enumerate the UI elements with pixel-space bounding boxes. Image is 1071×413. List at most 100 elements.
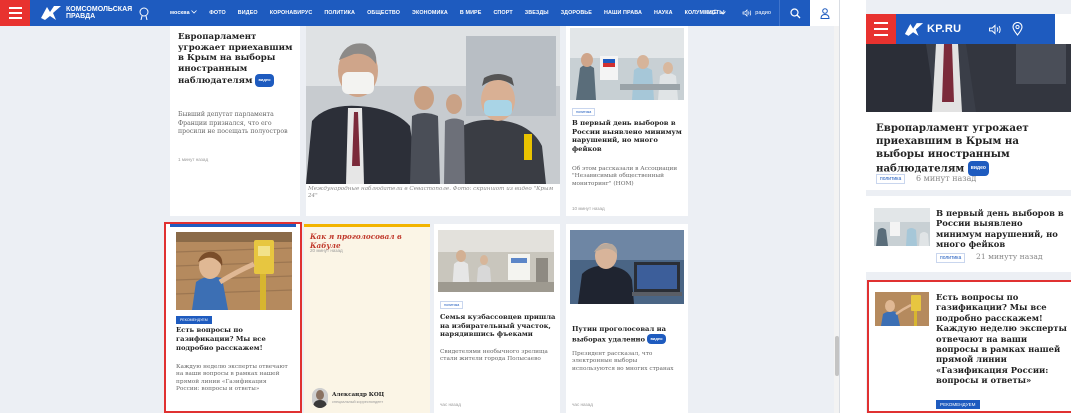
mobile-story-gasification[interactable]: Есть вопросы по газификации? Мы все подр… [869, 282, 1071, 413]
search-icon [789, 7, 800, 18]
story-lead: Свидетелями необычного зрелища стали жит… [440, 349, 548, 363]
story-title[interactable]: Есть вопросы по газификации? Мы все подр… [176, 326, 294, 352]
header-tools: ЕЩЁ радио [697, 0, 839, 26]
story-title[interactable]: В первый день выборов в России выявлено … [936, 208, 1071, 250]
story-time: 10 минут назад [572, 206, 605, 211]
story-time: 21 минуту назад [976, 252, 1043, 261]
story-title[interactable]: Семья кузбассовцев пришла на избирательн… [440, 313, 556, 339]
chevron-down-icon [191, 10, 198, 14]
story-accent-bar [170, 224, 296, 227]
mobile-view: KP.RU Европарламент угрожает приехавшим … [866, 0, 1071, 413]
child-at-gas-meter-photo [875, 292, 929, 326]
nav-item-world[interactable]: В МИРЕ [454, 10, 488, 16]
site-logo[interactable]: Комсомольская правда [40, 0, 160, 26]
story-time: 6 минут назад [916, 174, 977, 183]
search-button[interactable] [780, 0, 810, 26]
main-nav: москва ФОТО ВИДЕО КОРОНАВИРУС ПОЛИТИКА О… [164, 0, 731, 26]
pin-icon[interactable] [1012, 22, 1023, 36]
story-accent-bar [304, 224, 430, 227]
story-lead: Бывший депутат парламента Франции призна… [178, 111, 288, 136]
story-lead: Президент рассказал, что электронные выб… [572, 351, 674, 372]
user-button[interactable] [1055, 14, 1071, 44]
nav-item-video[interactable]: ВИДЕО [232, 10, 264, 16]
story-card-elections-day-one[interactable]: политика В первый день выборов в России … [566, 26, 688, 216]
story-photo [438, 230, 554, 292]
nav-item-photo[interactable]: ФОТО [203, 10, 232, 16]
menu-icon[interactable] [0, 0, 30, 26]
story-tag[interactable]: политика [572, 108, 596, 116]
nav-item-sport[interactable]: СПОРТ [487, 10, 518, 16]
polling-station-photo [874, 208, 930, 246]
story-title[interactable]: Европарламент угрожает приехавшим в Крым… [876, 122, 1068, 176]
radio-button[interactable]: радио [734, 0, 779, 26]
user-icon [820, 7, 830, 19]
author-avatar [312, 388, 328, 408]
story-title[interactable]: Европарламент угрожает приехавшим в Крым… [178, 32, 293, 87]
story-lead: Об этом рассказали в Ассоциации "Независ… [572, 166, 678, 187]
nav-item-rights[interactable]: НАШИ ПРАВА [598, 10, 648, 16]
order-emblem-icon [139, 7, 149, 20]
author-name[interactable]: Александр КОЦ [332, 392, 384, 398]
story-card-putin-vote[interactable]: Путин проголосовал на выборах удаленно в… [566, 224, 688, 413]
story-title[interactable]: Есть вопросы по газификации? Мы все подр… [936, 292, 1071, 386]
more-menu[interactable]: ЕЩЁ [697, 0, 735, 26]
story-photo [570, 28, 684, 100]
story-tag[interactable]: политика [440, 301, 464, 309]
polling-station-photo [570, 28, 684, 100]
menu-icon[interactable] [866, 14, 896, 44]
recommended-tag[interactable]: рекомендуем [936, 400, 980, 409]
radio-label: радио [755, 10, 771, 16]
story-photo [875, 292, 929, 326]
nav-item-society[interactable]: ОБЩЕСТВО [361, 10, 406, 16]
child-at-gas-meter-photo [176, 232, 292, 310]
nav-item-health[interactable]: ЗДОРОВЬЕ [555, 10, 598, 16]
hero-photo [306, 26, 560, 184]
story-tag[interactable]: политика [876, 174, 906, 184]
observers-photo [306, 26, 560, 184]
hero-photo-card[interactable]: Международные наблюдатели в Севастополе.… [306, 26, 560, 216]
kp-bird-logo-icon [41, 6, 61, 20]
chevron-down-icon [720, 11, 727, 15]
nav-item-politics[interactable]: ПОЛИТИКА [318, 10, 361, 16]
story-title-text: Европарламент угрожает приехавшим в Крым… [876, 122, 1029, 175]
user-button[interactable] [810, 0, 839, 26]
story-title[interactable]: В первый день выборов в России выявлено … [572, 119, 684, 153]
brand-name: KP.RU [927, 23, 962, 35]
nav-item-economy[interactable]: ЭКОНОМИКА [406, 10, 454, 16]
mobile-story-elections-day-one[interactable]: В первый день выборов в России выявлено … [866, 196, 1071, 272]
more-label: ЕЩЁ [704, 10, 718, 16]
video-badge: видео [255, 74, 274, 87]
story-time: 20 минут назад [310, 248, 343, 253]
site-logo[interactable]: KP.RU [904, 22, 961, 37]
recommended-tag[interactable]: рекомендуем [176, 316, 212, 324]
nav-region[interactable]: москва [164, 10, 203, 16]
desktop-header: Комсомольская правда москва ФОТО ВИДЕО К… [0, 0, 839, 26]
nav-item-stars[interactable]: ЗВЕЗДЫ [519, 10, 555, 16]
story-card-kuzbass[interactable]: политика Семья кузбассовцев пришла на из… [434, 224, 560, 413]
scrollbar[interactable] [834, 26, 839, 413]
desktop-view: Комсомольская правда москва ФОТО ВИДЕО К… [0, 0, 840, 413]
story-card-kabul[interactable]: Как я проголосовал в Кабуле 20 минут наз… [304, 224, 430, 413]
story-card-europarliament[interactable]: Европарламент угрожает приехавшим в Крым… [170, 26, 300, 216]
story-photo [570, 230, 684, 304]
story-title[interactable]: Путин проголосовал на выборах удаленно в… [572, 325, 684, 345]
kp-bird-logo-icon [904, 22, 924, 36]
story-tag[interactable]: политика [936, 253, 966, 263]
mobile-story-europarliament[interactable]: Европарламент угрожает приехавшим в Крым… [866, 112, 1071, 190]
story-photo [176, 232, 292, 310]
author-role: специальный корреспондент [332, 400, 384, 404]
brand-name: Комсомольская правда [66, 6, 133, 20]
radio-icon [742, 9, 752, 17]
observers-photo [866, 44, 1071, 112]
story-title-text: Европарламент угрожает приехавшим в Крым… [178, 32, 293, 87]
scrollbar-thumb[interactable] [835, 336, 839, 376]
nav-item-coronavirus[interactable]: КОРОНАВИРУС [264, 10, 319, 16]
story-lead: Каждую неделю эксперты отвечают на ваши … [176, 364, 288, 393]
story-time: 1 минут назад [178, 157, 209, 162]
story-time: час назад [572, 402, 593, 407]
stage: Комсомольская правда москва ФОТО ВИДЕО К… [0, 0, 1071, 413]
family-at-polling-photo [438, 230, 554, 292]
story-card-gasification[interactable]: рекомендуем Есть вопросы по газификации?… [166, 224, 300, 413]
nav-item-science[interactable]: НАУКА [648, 10, 679, 16]
radio-icon[interactable] [988, 23, 1002, 35]
